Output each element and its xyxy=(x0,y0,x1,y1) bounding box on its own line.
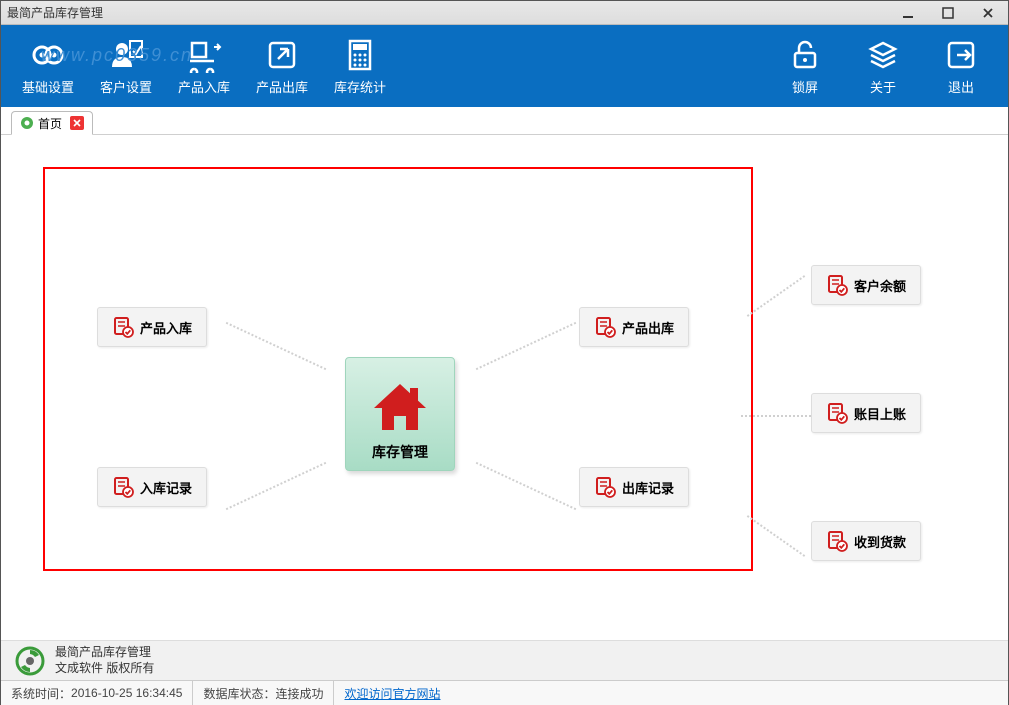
tab-bar: 首页 xyxy=(1,107,1008,135)
exit-icon xyxy=(943,37,979,73)
toolbar-label: 关于 xyxy=(870,77,896,96)
footer-product-name: 最简产品库存管理 xyxy=(55,645,154,661)
connector-line xyxy=(747,515,805,557)
close-button[interactable] xyxy=(968,1,1008,25)
maximize-icon xyxy=(942,7,954,19)
toolbar-stock-stats[interactable]: 库存统计 xyxy=(321,31,399,101)
house-icon xyxy=(370,380,430,436)
calculator-icon xyxy=(342,37,378,73)
app-footer: 最简产品库存管理 文成软件 版权所有 xyxy=(1,640,1008,680)
node-label: 账目上账 xyxy=(854,404,906,423)
status-db-value: 连接成功 xyxy=(275,685,323,702)
node-out-records[interactable]: 出库记录 xyxy=(579,467,689,507)
tab-home[interactable]: 首页 xyxy=(11,111,93,135)
node-account-post[interactable]: 账目上账 xyxy=(811,393,921,433)
official-site-link[interactable]: 欢迎访问官方网站 xyxy=(344,685,440,702)
layers-icon xyxy=(865,37,901,73)
doc-check-icon xyxy=(112,476,134,498)
main-toolbar: www.pc0359.cn 基础设置 客户设置 产品入库 产品出库 库存统计 xyxy=(1,25,1008,107)
home-tab-icon xyxy=(20,116,34,130)
close-icon xyxy=(73,119,81,127)
main-content: 库存管理 产品入库 入库记录 产品出库 出库记录 客户余额 账目上账 收到货款 xyxy=(1,135,1008,640)
node-customer-balance[interactable]: 客户余额 xyxy=(811,265,921,305)
gear-icon xyxy=(30,37,66,73)
node-product-out[interactable]: 产品出库 xyxy=(579,307,689,347)
node-in-records[interactable]: 入库记录 xyxy=(97,467,207,507)
share-icon xyxy=(264,37,300,73)
cart-in-icon xyxy=(186,37,222,73)
doc-check-icon xyxy=(594,316,616,338)
node-payment-received[interactable]: 收到货款 xyxy=(811,521,921,561)
connector-line xyxy=(747,275,805,317)
toolbar-product-out[interactable]: 产品出库 xyxy=(243,31,321,101)
node-label: 产品出库 xyxy=(622,318,674,337)
app-logo-icon xyxy=(15,646,45,676)
footer-copyright: 文成软件 版权所有 xyxy=(55,661,154,677)
toolbar-label: 锁屏 xyxy=(792,77,818,96)
connector-line xyxy=(741,415,811,417)
toolbar-label: 产品出库 xyxy=(256,77,308,96)
window-title: 最简产品库存管理 xyxy=(7,4,103,21)
doc-check-icon xyxy=(826,274,848,296)
doc-check-icon xyxy=(112,316,134,338)
toolbar-exit[interactable]: 退出 xyxy=(922,31,1000,101)
doc-check-icon xyxy=(594,476,616,498)
status-time: 系统时间： 2016-10-25 16:34:45 xyxy=(1,681,193,705)
toolbar-customer-setup[interactable]: 客户设置 xyxy=(87,31,165,101)
toolbar-about[interactable]: 关于 xyxy=(844,31,922,101)
toolbar-label: 退出 xyxy=(948,77,974,96)
toolbar-label: 产品入库 xyxy=(178,77,230,96)
toolbar-label: 库存统计 xyxy=(334,77,386,96)
toolbar-product-in[interactable]: 产品入库 xyxy=(165,31,243,101)
maximize-button[interactable] xyxy=(928,1,968,25)
toolbar-label: 基础设置 xyxy=(22,77,74,96)
user-icon xyxy=(108,37,144,73)
status-bar: 系统时间： 2016-10-25 16:34:45 数据库状态： 连接成功 欢迎… xyxy=(1,680,1008,705)
doc-check-icon xyxy=(826,402,848,424)
minimize-icon xyxy=(902,7,914,19)
node-label: 出库记录 xyxy=(622,478,674,497)
status-db-label: 数据库状态： xyxy=(203,685,275,702)
status-time-value: 2016-10-25 16:34:45 xyxy=(71,686,182,700)
node-label: 收到货款 xyxy=(854,532,906,551)
tab-label: 首页 xyxy=(38,115,62,132)
toolbar-basic-setup[interactable]: 基础设置 xyxy=(9,31,87,101)
minimize-button[interactable] xyxy=(888,1,928,25)
node-label: 产品入库 xyxy=(140,318,192,337)
node-product-in[interactable]: 产品入库 xyxy=(97,307,207,347)
lock-icon xyxy=(787,37,823,73)
close-icon xyxy=(982,7,994,19)
node-label: 入库记录 xyxy=(140,478,192,497)
titlebar: 最简产品库存管理 xyxy=(1,1,1008,25)
center-node-inventory[interactable]: 库存管理 xyxy=(345,357,455,471)
toolbar-lock[interactable]: 锁屏 xyxy=(766,31,844,101)
status-db: 数据库状态： 连接成功 xyxy=(193,681,334,705)
doc-check-icon xyxy=(826,530,848,552)
tab-close-button[interactable] xyxy=(70,116,84,130)
toolbar-label: 客户设置 xyxy=(100,77,152,96)
center-node-label: 库存管理 xyxy=(372,442,428,462)
node-label: 客户余额 xyxy=(854,276,906,295)
status-time-label: 系统时间： xyxy=(11,685,71,702)
